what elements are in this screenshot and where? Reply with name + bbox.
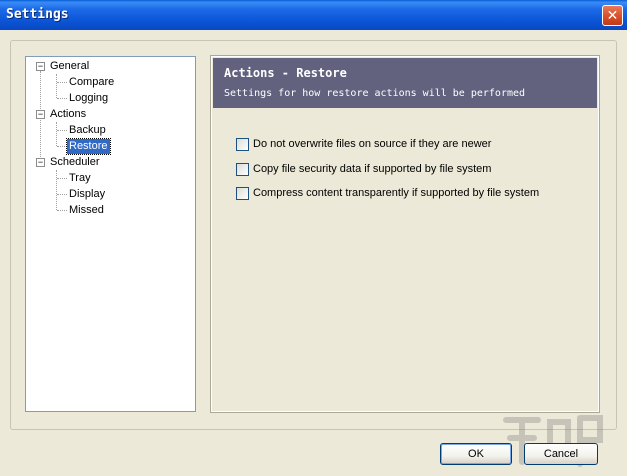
collapse-icon[interactable]: − [36,110,45,119]
option-label[interactable]: Copy file security data if supported by … [253,163,491,176]
settings-tree[interactable]: − General Compare Logging − Actions Back… [25,56,196,412]
ok-button[interactable]: OK [440,443,512,465]
tree-connector [57,194,67,195]
checkbox[interactable] [236,138,249,151]
cancel-button[interactable]: Cancel [524,443,598,465]
title-bar[interactable]: Settings ✕ [0,0,627,30]
tree-connector [57,178,67,179]
tree-item-compare[interactable]: Compare [69,75,114,90]
tree-connector [57,210,67,211]
tree-item-general[interactable]: General [50,59,89,74]
collapse-icon[interactable]: − [36,158,45,167]
checkbox[interactable] [236,163,249,176]
collapse-icon[interactable]: − [36,62,45,71]
option-label[interactable]: Do not overwrite files on source if they… [253,138,491,151]
panel-subtitle: Settings for how restore actions will be… [224,88,526,99]
option-label[interactable]: Compress content transparently if suppor… [253,187,539,200]
tree-item-scheduler[interactable]: Scheduler [50,155,100,170]
tree-connector [40,71,41,167]
close-button[interactable]: ✕ [602,5,623,26]
checkbox[interactable] [236,187,249,200]
tree-item-missed[interactable]: Missed [69,203,104,218]
tree-item-logging[interactable]: Logging [69,91,108,106]
tree-connector [57,146,67,147]
tree-connector [56,74,57,98]
settings-window: Settings ✕ − General Compare Logging − A… [0,0,627,476]
window-title: Settings [6,7,69,22]
tree-item-backup[interactable]: Backup [69,123,106,138]
tree-item-display[interactable]: Display [69,187,105,202]
panel-title: Actions - Restore [224,66,347,80]
tree-connector [56,170,57,210]
tree-connector [57,130,67,131]
panel-header: Actions - Restore Settings for how resto… [213,58,597,108]
close-icon: ✕ [606,7,619,23]
tree-connector [56,122,57,146]
tree-connector [57,98,67,99]
tree-connector [57,82,67,83]
tree-item-actions[interactable]: Actions [50,107,86,122]
settings-panel [210,55,600,413]
tree-item-restore[interactable]: Restore [66,138,111,155]
tree-item-tray[interactable]: Tray [69,171,91,186]
